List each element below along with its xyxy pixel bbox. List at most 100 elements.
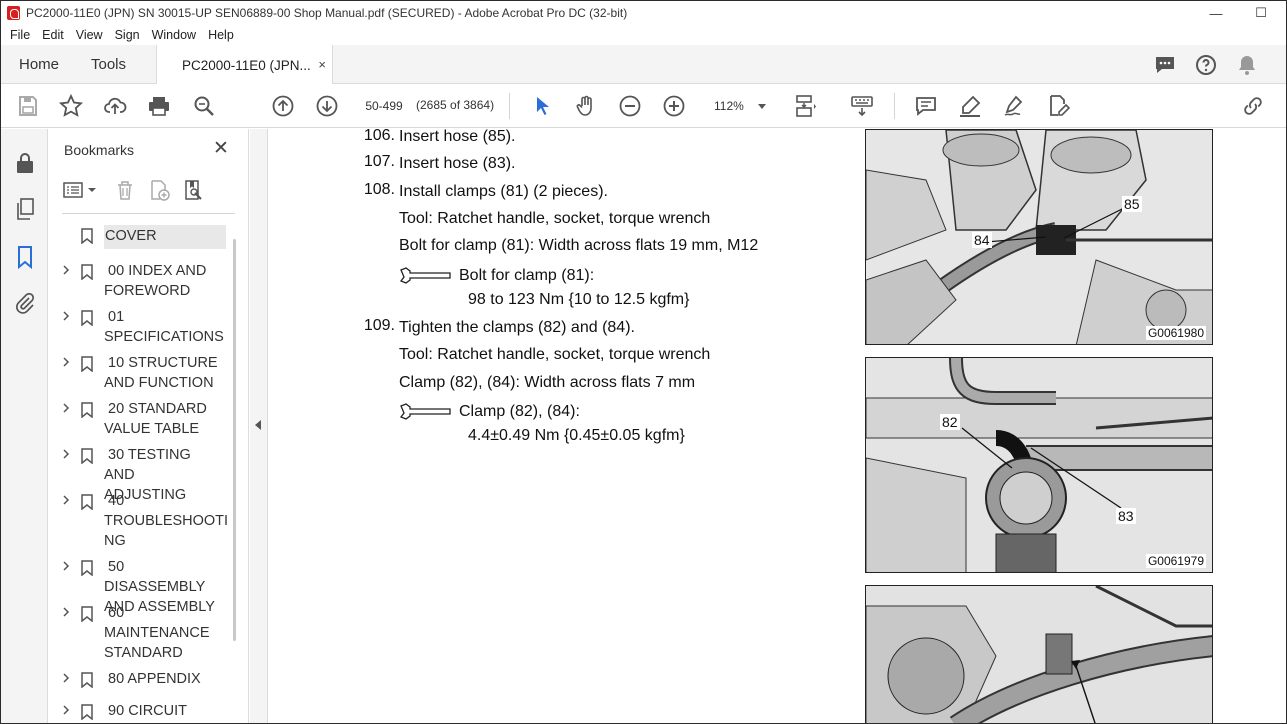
bookmark-item[interactable]: 00 INDEX AND FOREWORD (48, 261, 233, 305)
toolbar-divider (509, 93, 510, 119)
zoom-in-icon[interactable] (662, 94, 686, 118)
bolt-spec-text: Bolt for clamp (81): Width across flats … (399, 237, 759, 254)
zoom-level-select[interactable]: 112% (706, 95, 772, 117)
next-page-icon[interactable] (315, 94, 339, 118)
bookmark-item[interactable]: COVER (48, 225, 233, 251)
zoom-search-icon[interactable] (192, 94, 216, 118)
maximize-button[interactable]: ☐ (1241, 1, 1281, 25)
lock-icon[interactable] (13, 151, 37, 175)
step-number: 107. (363, 153, 395, 170)
panel-divider (62, 213, 235, 214)
expand-chevron-icon[interactable] (61, 449, 71, 459)
step-text: Install clamps (81) (2 pieces). (399, 183, 608, 200)
bookmark-label: 80 APPENDIX (104, 671, 201, 687)
find-bookmark-icon[interactable] (182, 179, 204, 201)
close-tab-button[interactable]: × (318, 57, 326, 72)
bookmark-flag-icon (81, 264, 93, 280)
menu-help[interactable]: Help (202, 25, 240, 45)
hand-tool-icon[interactable] (574, 94, 598, 118)
upload-cloud-icon[interactable] (103, 94, 127, 118)
figure-callout: 85 (1122, 196, 1142, 212)
torque-value: 98 to 123 Nm {10 to 12.5 kgfm} (468, 291, 690, 308)
highlight-pen-icon[interactable] (958, 94, 982, 118)
comment-icon[interactable] (1153, 53, 1177, 77)
bookmark-item[interactable]: 10 STRUCTURE AND FUNCTION (48, 353, 233, 397)
step-text: Insert hose (83). (399, 155, 516, 172)
figure-code: G0061979 (1145, 554, 1206, 568)
page-number-input[interactable]: 50-499 (359, 95, 409, 117)
bookmark-item[interactable]: 50 DISASSEMBLY AND ASSEMBLY (48, 557, 233, 615)
new-bookmark-icon[interactable] (148, 179, 170, 201)
expand-chevron-icon[interactable] (61, 403, 71, 413)
bookmark-flag-icon (81, 402, 93, 418)
expand-chevron-icon[interactable] (61, 607, 71, 617)
menu-edit[interactable]: Edit (36, 25, 70, 45)
expand-chevron-icon[interactable] (61, 357, 71, 367)
document-page-text: 106. Insert hose (85). 107. Insert hose … (269, 129, 859, 723)
minimize-button[interactable]: — (1196, 1, 1236, 25)
bookmark-label: 00 INDEX AND FOREWORD (104, 263, 207, 299)
bookmark-options-icon[interactable] (62, 179, 98, 201)
menu-bar: File Edit View Sign Window Help (1, 25, 1286, 45)
previous-page-icon[interactable] (271, 94, 295, 118)
step-number: 109. (363, 317, 395, 334)
edit-document-icon[interactable] (1046, 94, 1070, 118)
bookmark-label: 60 MAINTENANCE STANDARD (104, 605, 210, 661)
close-panel-button[interactable]: ✕ (211, 139, 231, 159)
bookmark-item[interactable]: 90 CIRCUIT (48, 701, 233, 723)
help-icon[interactable] (1194, 53, 1218, 77)
page-thumbnails-icon[interactable] (13, 197, 37, 221)
panel-collapse-handle[interactable] (250, 129, 268, 723)
bookmark-star-icon[interactable] (59, 94, 83, 118)
engine-illustration (866, 358, 1212, 572)
collapse-arrow-icon (255, 420, 261, 430)
save-icon[interactable] (16, 94, 40, 118)
bookmarks-scrollbar[interactable] (233, 239, 236, 641)
expand-chevron-icon[interactable] (61, 311, 71, 321)
bookmarks-panel: Bookmarks ✕ COVER 00 INDEX AND FOREWORD … (48, 129, 249, 723)
delete-bookmark-icon[interactable] (114, 179, 136, 201)
menu-window[interactable]: Window (146, 25, 202, 45)
expand-chevron-icon[interactable] (61, 673, 71, 683)
bookmarks-title: Bookmarks (64, 142, 135, 158)
step-text: Insert hose (85). (399, 129, 516, 145)
attachments-paperclip-icon[interactable] (13, 291, 37, 315)
sign-pen-icon[interactable] (1002, 94, 1026, 118)
menu-file[interactable]: File (4, 25, 36, 45)
notifications-bell-icon[interactable] (1235, 53, 1259, 77)
expand-chevron-icon[interactable] (61, 705, 71, 715)
bookmark-item[interactable]: 60 MAINTENANCE STANDARD (48, 603, 233, 667)
bookmark-flag-icon (81, 606, 93, 622)
expand-chevron-icon[interactable] (61, 495, 71, 505)
add-comment-icon[interactable] (914, 94, 938, 118)
tab-tools[interactable]: Tools (91, 45, 126, 83)
expand-chevron-icon[interactable] (61, 561, 71, 571)
bookmark-item[interactable]: 80 APPENDIX (48, 669, 233, 695)
keyboard-icon[interactable] (850, 94, 874, 118)
tab-document[interactable]: PC2000-11E0 (JPN... × (156, 45, 333, 85)
bookmark-item[interactable]: 01 SPECIFICATIONS (48, 307, 233, 351)
bookmark-item[interactable]: 20 STANDARD VALUE TABLE (48, 399, 233, 443)
bookmark-label: 40 TROUBLESHOOTI NG (104, 493, 229, 549)
title-bar: PC2000-11E0 (JPN) SN 30015-UP SEN06889-0… (1, 1, 1286, 25)
bookmark-label: 20 STANDARD VALUE TABLE (104, 401, 207, 437)
bookmark-item[interactable]: 30 TESTING AND ADJUSTING (48, 445, 233, 503)
tab-home[interactable]: Home (19, 45, 59, 83)
menu-sign[interactable]: Sign (109, 25, 146, 45)
page-fit-icon[interactable] (794, 94, 818, 118)
zoom-level-value: 112% (714, 99, 744, 113)
share-link-icon[interactable] (1241, 94, 1265, 118)
print-icon[interactable] (147, 94, 171, 118)
expand-chevron-icon[interactable] (61, 265, 71, 275)
document-view[interactable]: 106. Insert hose (85). 107. Insert hose … (269, 129, 1286, 723)
engine-figure-image (865, 585, 1213, 723)
main-toolbar: 50-499 (2685 of 3864) 112% (1, 84, 1286, 128)
bookmark-flag-icon (81, 356, 93, 372)
menu-view[interactable]: View (70, 25, 109, 45)
bookmarks-toolbar (62, 179, 237, 205)
zoom-out-icon[interactable] (618, 94, 642, 118)
bookmark-item[interactable]: 40 TROUBLESHOOTI NG (48, 491, 233, 555)
bookmarks-icon[interactable] (13, 245, 37, 269)
select-cursor-icon[interactable] (531, 94, 555, 118)
step-number: 108. (363, 181, 395, 198)
